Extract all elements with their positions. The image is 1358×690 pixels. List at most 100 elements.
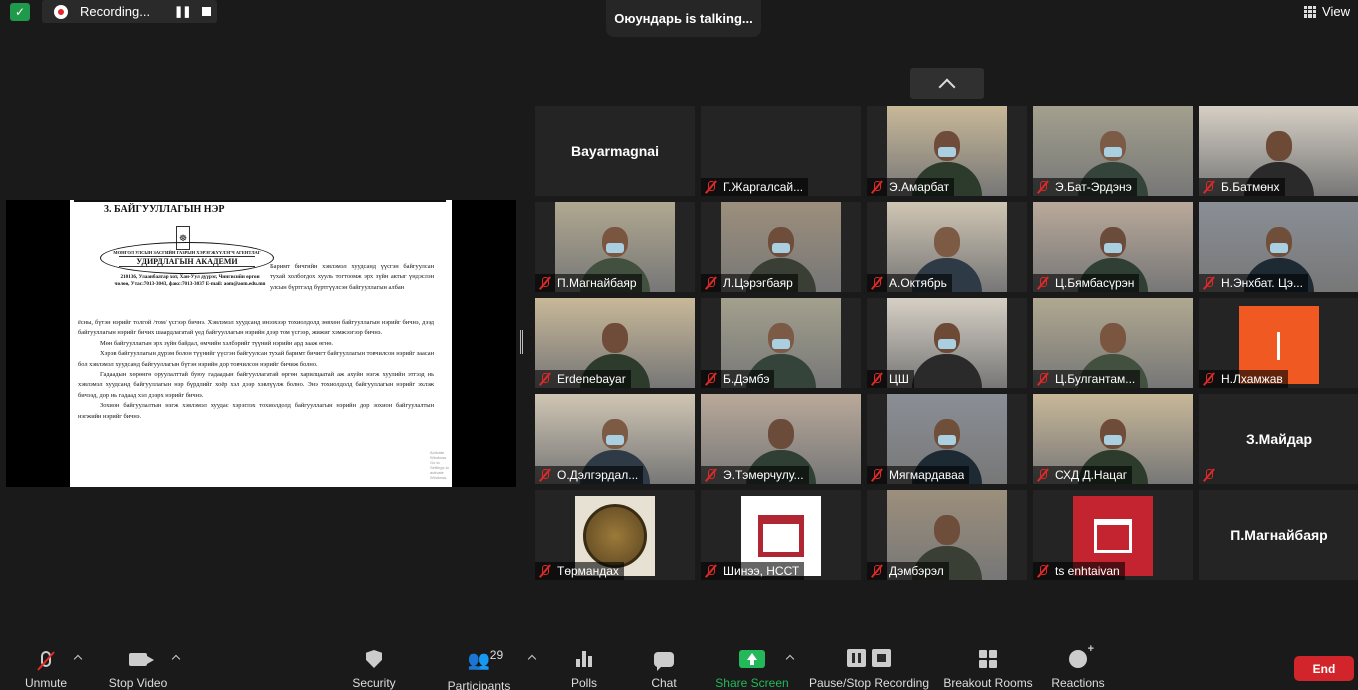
participants-label: Participants xyxy=(447,679,511,690)
mic-muted-icon xyxy=(871,372,883,386)
participant-name: ts enhtaivan xyxy=(1055,564,1120,578)
participants-button[interactable]: 👥 29 Participants xyxy=(444,638,514,690)
book-shape xyxy=(758,515,804,557)
mic-muted-icon xyxy=(1037,564,1049,578)
participant-name-bar: ЦШ xyxy=(867,370,914,388)
security-shield-icon[interactable]: ✓ xyxy=(10,3,30,21)
participant-tile[interactable]: П.Магнайбаяр xyxy=(1199,490,1358,580)
microphone-muted-icon xyxy=(41,651,51,667)
breakout-rooms-label: Breakout Rooms xyxy=(943,676,1033,690)
participant-name: Н.Лхамжав xyxy=(1221,372,1283,386)
mic-muted-icon xyxy=(1203,180,1215,194)
participant-name: П.Магнайбаяр xyxy=(557,276,637,290)
mic-muted-icon xyxy=(871,276,883,290)
share-screen-icon xyxy=(739,650,765,668)
security-button[interactable]: Security xyxy=(348,638,400,690)
reactions-button[interactable]: Reactions xyxy=(1050,638,1106,690)
participant-tile[interactable]: СХД Д.Нацаг xyxy=(1033,394,1193,484)
security-label: Security xyxy=(352,676,396,690)
stop-recording-icon[interactable] xyxy=(202,7,211,16)
participant-name-bar: Дэмбэрэл xyxy=(867,562,949,580)
participant-tile[interactable]: Б.Батмөнх xyxy=(1199,106,1358,196)
participant-head xyxy=(1266,131,1292,162)
collapse-thumbnails-button[interactable] xyxy=(910,68,984,99)
share-screen-label: Share Screen xyxy=(715,676,789,690)
participant-tile[interactable]: ts enhtaivan xyxy=(1033,490,1193,580)
breakout-rooms-button[interactable]: Breakout Rooms xyxy=(942,638,1034,690)
mic-muted-icon xyxy=(1037,180,1049,194)
participant-tile[interactable]: Ц.Булгантам... xyxy=(1033,298,1193,388)
participant-tile[interactable]: А.Октябрь xyxy=(867,202,1027,292)
participants-options-chevron-icon[interactable] xyxy=(527,654,537,664)
participant-tile[interactable]: О.Дэлгэрдал... xyxy=(535,394,695,484)
participant-tile[interactable]: Л.Цэрэгбаяр xyxy=(701,202,861,292)
participant-name: Э.Бат-Эрдэнэ xyxy=(1055,180,1132,194)
participant-tile[interactable]: Н.Лхамжав xyxy=(1199,298,1358,388)
mic-muted-icon xyxy=(1203,468,1215,482)
participant-name-bar: Н.Лхамжав xyxy=(1199,370,1288,388)
end-meeting-button[interactable]: End xyxy=(1294,656,1354,681)
participant-name-bar: Л.Цэрэгбаяр xyxy=(701,274,798,292)
polls-button[interactable]: Polls xyxy=(566,638,602,690)
participant-name-bar: П.Магнайбаяр xyxy=(535,274,642,292)
participant-head xyxy=(768,419,794,450)
participant-tile[interactable]: Э.Бат-Эрдэнэ xyxy=(1033,106,1193,196)
participant-tile[interactable]: Дэмбэрэл xyxy=(867,490,1027,580)
participant-tile[interactable]: Төрмандах xyxy=(535,490,695,580)
participant-tile[interactable]: Г.Жаргалсай... xyxy=(701,106,861,196)
participant-name: Дэмбэрэл xyxy=(889,564,944,578)
document-top-rule xyxy=(74,200,446,202)
letterhead-address: 210136, Улаанбаатар хот, Хан-Уул дүүрэг,… xyxy=(114,274,266,287)
mic-muted-icon xyxy=(1203,276,1215,290)
face-mask xyxy=(938,146,956,157)
participant-tile[interactable]: Э.Амарбат xyxy=(867,106,1027,196)
face-mask xyxy=(938,434,956,445)
view-label: View xyxy=(1322,4,1350,19)
video-options-chevron-icon[interactable] xyxy=(171,654,181,664)
participant-name: Б.Батмөнх xyxy=(1221,180,1280,194)
chat-button[interactable]: Chat xyxy=(646,638,682,690)
participant-tile[interactable]: Шинээ, НССТ xyxy=(701,490,861,580)
participant-name-bar xyxy=(1199,466,1226,484)
participant-head xyxy=(934,227,960,258)
participant-tile[interactable]: П.Магнайбаяр xyxy=(535,202,695,292)
participant-tile[interactable]: З.Майдар xyxy=(1199,394,1358,484)
participant-name-bar: Г.Жаргалсай... xyxy=(701,178,809,196)
face-mask xyxy=(606,242,624,253)
participant-name-bar: Э.Бат-Эрдэнэ xyxy=(1033,178,1137,196)
participant-tile[interactable]: Б.Дэмбэ xyxy=(701,298,861,388)
participant-tile[interactable]: Н.Энхбат. Цэ... xyxy=(1199,202,1358,292)
participant-tile[interactable]: Э.Тэмөрчулу... xyxy=(701,394,861,484)
mic-muted-icon xyxy=(705,276,717,290)
participant-tile[interactable]: Ц.Бямбасүрэн xyxy=(1033,202,1193,292)
pause-stop-recording-button[interactable]: Pause/Stop Recording xyxy=(808,638,930,690)
participants-icon: 👥 xyxy=(467,650,491,670)
medal-disc xyxy=(583,504,647,568)
participant-name-bar: Ц.Булгантам... xyxy=(1033,370,1141,388)
participant-tile[interactable]: Мягмардаваа xyxy=(867,394,1027,484)
participant-tile[interactable]: ЦШ xyxy=(867,298,1027,388)
document-paragraph: Мөн байгууллагын эрх зүйн байдал, өмчийн… xyxy=(100,339,333,347)
participant-name: Төрмандах xyxy=(557,564,619,578)
view-button[interactable]: View xyxy=(1304,4,1350,19)
participant-name: Н.Энхбат. Цэ... xyxy=(1221,276,1303,290)
pause-recording-icon[interactable]: ❚❚ xyxy=(174,5,191,18)
record-dot-icon xyxy=(54,4,68,19)
face-mask xyxy=(772,242,790,253)
grid-view-icon xyxy=(1304,5,1317,18)
participant-tile[interactable]: Erdenebayar xyxy=(535,298,695,388)
mic-muted-icon xyxy=(539,564,551,578)
mic-muted-icon xyxy=(539,468,551,482)
mic-muted-icon xyxy=(539,372,551,386)
panel-resize-handle[interactable] xyxy=(520,330,523,354)
stop-video-button[interactable]: Stop Video xyxy=(105,638,171,690)
bar-chart-icon xyxy=(576,651,592,667)
book-shape xyxy=(1094,519,1132,553)
letterhead-academy-name: УДИРДЛАГЫН АКАДЕМИ xyxy=(119,256,255,267)
unmute-button[interactable]: Unmute xyxy=(20,638,72,690)
mic-muted-icon xyxy=(539,276,551,290)
share-screen-button[interactable]: Share Screen xyxy=(715,638,789,690)
participant-tile[interactable]: Bayarmagnai xyxy=(535,106,695,196)
audio-options-chevron-icon[interactable] xyxy=(73,654,83,664)
participant-name-bar: О.Дэлгэрдал... xyxy=(535,466,644,484)
